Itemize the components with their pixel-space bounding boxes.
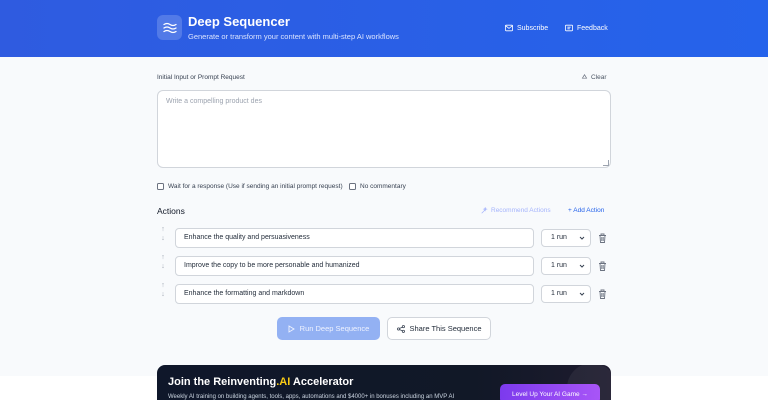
- feedback-label: Feedback: [577, 24, 608, 32]
- recycle-icon: [581, 74, 588, 79]
- arrow-up-icon[interactable]: ↑: [161, 225, 165, 234]
- runs-value: 1 run: [551, 234, 567, 241]
- chevron-down-icon: [579, 236, 585, 240]
- level-up-button[interactable]: Level Up Your AI Game →: [500, 384, 600, 400]
- feedback-icon: [565, 24, 573, 32]
- clear-button[interactable]: Clear: [581, 74, 607, 81]
- app-header: Deep Sequencer Generate or transform you…: [0, 0, 768, 57]
- checkbox-box[interactable]: [349, 183, 356, 190]
- recommend-actions-button[interactable]: Recommend Actions: [481, 207, 551, 214]
- arrow-down-icon[interactable]: ↓: [161, 262, 165, 271]
- action-row: ↑ ↓ Improve the copy to be more personabl…: [157, 253, 611, 276]
- action-input[interactable]: Enhance the formatting and markdown: [175, 284, 534, 304]
- arrow-down-icon[interactable]: ↓: [161, 290, 165, 299]
- feedback-link[interactable]: Feedback: [565, 24, 608, 32]
- mail-icon: [505, 24, 513, 32]
- banner-subtitle: Weekly AI training on building agents, t…: [168, 394, 455, 400]
- arrow-up-icon[interactable]: ↑: [161, 281, 165, 290]
- wait-response-checkbox[interactable]: Wait for a response (Use if sending an i…: [157, 183, 343, 190]
- chevron-down-icon: [579, 264, 585, 268]
- reorder-handle[interactable]: ↑ ↓: [159, 253, 167, 271]
- reorder-handle[interactable]: ↑ ↓: [159, 225, 167, 243]
- resize-handle[interactable]: [603, 160, 609, 166]
- banner-title-prefix: Join the Reinventing: [168, 376, 277, 388]
- clear-label: Clear: [591, 74, 607, 81]
- prompt-placeholder: Write a compelling product des: [166, 98, 262, 105]
- trash-icon[interactable]: [598, 289, 607, 299]
- banner-title-accent: .AI: [276, 376, 291, 388]
- play-icon: [288, 324, 295, 333]
- prompt-input[interactable]: Write a compelling product des: [157, 90, 611, 168]
- arrow-up-icon[interactable]: ↑: [161, 253, 165, 262]
- runs-value: 1 run: [551, 290, 567, 297]
- app-title: Deep Sequencer: [188, 14, 290, 29]
- share-sequence-label: Share This Sequence: [409, 324, 482, 333]
- action-input[interactable]: Improve the copy to be more personable a…: [175, 256, 534, 276]
- subscribe-link[interactable]: Subscribe: [505, 24, 548, 32]
- action-row: ↑ ↓ Enhance the quality and persuasivenes…: [157, 225, 611, 248]
- arrow-down-icon[interactable]: ↓: [161, 234, 165, 243]
- banner-title-suffix: Accelerator: [290, 376, 354, 388]
- checkbox-box[interactable]: [157, 183, 164, 190]
- runs-select[interactable]: 1 run: [541, 257, 591, 275]
- recommend-label: Recommend Actions: [491, 207, 551, 214]
- reorder-handle[interactable]: ↑ ↓: [159, 281, 167, 299]
- no-commentary-checkbox[interactable]: No commentary: [349, 183, 406, 190]
- runs-select[interactable]: 1 run: [541, 229, 591, 247]
- waves-icon: [157, 15, 182, 40]
- actions-title: Actions: [157, 206, 185, 216]
- no-commentary-label: No commentary: [360, 183, 406, 190]
- wand-icon: [481, 207, 488, 214]
- action-input[interactable]: Enhance the quality and persuasiveness: [175, 228, 534, 248]
- chevron-down-icon: [579, 292, 585, 296]
- share-icon: [396, 324, 405, 333]
- trash-icon[interactable]: [598, 261, 607, 271]
- trash-icon[interactable]: [598, 233, 607, 243]
- share-sequence-button[interactable]: Share This Sequence: [387, 317, 491, 340]
- subscribe-label: Subscribe: [517, 24, 549, 32]
- banner-title: Join the Reinventing.AI Accelerator: [168, 376, 353, 388]
- runs-select[interactable]: 1 run: [541, 285, 591, 303]
- run-sequence-button[interactable]: Run Deep Sequence: [277, 317, 380, 340]
- add-action-button[interactable]: + Add Action: [568, 207, 604, 214]
- accelerator-banner: Join the Reinventing.AI Accelerator Week…: [157, 365, 611, 400]
- prompt-label: Initial Input or Prompt Request: [157, 74, 245, 81]
- wait-response-label: Wait for a response (Use if sending an i…: [168, 183, 343, 190]
- app-subtitle: Generate or transform your content with …: [188, 32, 399, 41]
- runs-value: 1 run: [551, 262, 567, 269]
- action-row: ↑ ↓ Enhance the formatting and markdown 1…: [157, 281, 611, 304]
- run-sequence-label: Run Deep Sequence: [299, 324, 370, 333]
